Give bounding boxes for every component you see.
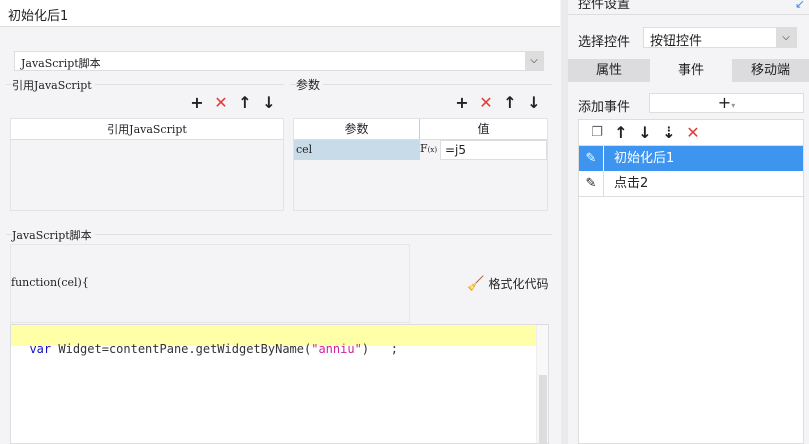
param-name-cell[interactable]: cel <box>294 140 420 160</box>
chevron-down-icon[interactable]: ⌵ <box>525 52 543 70</box>
move-up-icon[interactable]: ↑ <box>498 93 522 112</box>
event-label: 初始化后1 <box>614 151 675 166</box>
function-signature: function(cel){ <box>11 276 89 289</box>
move-up-icon[interactable]: ↑ <box>609 123 633 142</box>
event-list: ❐ ↑ ↓ ⇣ ✕ ✎ 初始化后1 ✎ 点击2 <box>578 119 804 444</box>
function-signature-box: function(cel){ <box>10 244 410 323</box>
move-up-icon[interactable]: ↑ <box>233 93 257 112</box>
scrollbar-thumb[interactable] <box>539 375 547 443</box>
move-down-icon[interactable]: ↓ <box>633 123 657 142</box>
param-table: 参数 值 cel F(x) =j5 <box>293 118 548 211</box>
param-column-header: 参数 <box>294 119 420 139</box>
widget-settings-panel: 控件设置 ↙ 选择控件 按钮控件 ⌵ 属性 事件 移动端 添加事件 +▾ ❐ ↑ ↓… <box>568 0 809 444</box>
ref-section-title: 引用JavaScript <box>12 77 95 93</box>
dialog-title: 初始化后1 <box>8 9 69 24</box>
param-section-title: 参数 <box>296 76 324 93</box>
format-code-button[interactable]: 🧹 格式化代码 <box>467 275 548 292</box>
add-icon[interactable]: + <box>450 93 474 112</box>
code-editor[interactable]: var Widget=contentPane.getWidgetByName("… <box>10 324 549 444</box>
broom-icon: 🧹 <box>467 275 485 292</box>
event-item[interactable]: ✎ 点击2 <box>579 171 803 197</box>
event-label: 点击2 <box>614 176 649 191</box>
pencil-icon[interactable]: ✎ <box>579 146 604 171</box>
move-bottom-icon[interactable]: ⇣ <box>657 123 681 142</box>
vertical-scrollbar[interactable] <box>536 325 548 443</box>
script-section-title: JavaScript脚本 <box>12 227 95 243</box>
ref-js-table: 引用JavaScript <box>10 118 284 211</box>
value-column-header: 值 <box>477 122 490 136</box>
copy-icon[interactable]: ❐ <box>585 125 609 140</box>
tab-mobile[interactable]: 移动端 <box>732 59 809 82</box>
code-text-end: ) ; <box>361 342 398 356</box>
move-down-icon[interactable]: ↓ <box>522 93 546 112</box>
delete-icon[interactable]: ✕ <box>681 123 705 142</box>
panel-splitter[interactable] <box>561 0 568 444</box>
dialog-header: 初始化后1 <box>0 0 560 27</box>
code-text: Widget=contentPane.getWidgetByName( <box>51 342 312 356</box>
code-keyword: var <box>29 342 52 356</box>
tab-properties[interactable]: 属性 <box>568 59 650 82</box>
dropdown-arrow-icon: ▾ <box>731 101 736 110</box>
plus-icon: + <box>717 93 732 112</box>
add-event-label: 添加事件 <box>578 100 631 115</box>
tab-events[interactable]: 事件 <box>650 59 732 82</box>
add-event-button[interactable]: +▾ <box>649 93 804 113</box>
select-widget-label: 选择控件 <box>578 35 631 50</box>
widget-select-value: 按钮控件 <box>650 34 703 49</box>
pencil-icon[interactable]: ✎ <box>579 171 604 196</box>
widget-select[interactable]: 按钮控件 ⌵ <box>643 27 797 49</box>
move-down-icon[interactable]: ↓ <box>257 93 281 112</box>
chevron-down-icon[interactable]: ⌵ <box>776 28 796 47</box>
format-code-label: 格式化代码 <box>488 277 549 291</box>
event-item[interactable]: ✎ 初始化后1 <box>579 145 803 171</box>
code-string: "anniu" <box>311 342 362 356</box>
collapse-icon[interactable]: ↙ <box>795 0 805 11</box>
add-icon[interactable]: + <box>185 93 209 112</box>
formula-icon[interactable]: F(x) <box>420 140 440 160</box>
script-type-select[interactable]: JavaScript脚本 ⌵ <box>14 51 544 71</box>
ref-js-column-header: 引用JavaScript <box>11 119 283 140</box>
panel-title: 控件设置 <box>578 0 631 12</box>
script-type-value: JavaScript脚本 <box>21 57 101 70</box>
delete-icon[interactable]: ✕ <box>474 93 498 112</box>
param-value-cell[interactable]: =j5 <box>440 140 547 160</box>
table-row[interactable]: cel F(x) =j5 <box>294 140 547 160</box>
delete-icon[interactable]: ✕ <box>209 93 233 112</box>
